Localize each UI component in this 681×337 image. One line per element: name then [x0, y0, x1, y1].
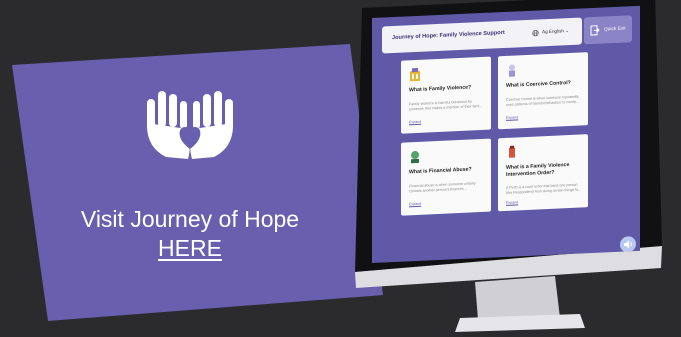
card-coercive-control[interactable]: What is Coercive Control? Coercive contr… [498, 52, 588, 130]
speaker-icon [624, 240, 632, 249]
quick-exit-label: Quick Exit [604, 26, 626, 33]
app-header: Journey of Hope: Family Violence Support… [382, 17, 582, 54]
language-select[interactable]: Ag English ⌄ [542, 28, 569, 35]
expand-link[interactable]: Expand [506, 115, 518, 120]
app-screen: Journey of Hope: Family Violence Support… [372, 5, 640, 263]
card-title: What is Coercive Control? [506, 79, 571, 89]
card-description: Coercive control is when someone repeate… [506, 94, 580, 107]
expand-link[interactable]: Expand [409, 202, 421, 207]
card-intervention-order[interactable]: What is a Family Violence Intervention O… [498, 134, 588, 212]
globe-icon [532, 29, 539, 37]
quick-exit-button[interactable]: Quick Exit [584, 15, 632, 45]
coercive-control-illustration-icon [509, 64, 515, 77]
card-title: What is Family Violence? [409, 84, 472, 94]
card-title: What is Financial Abuse? [409, 166, 472, 176]
intervention-order-illustration-icon [509, 145, 515, 158]
card-description: Family violence is harmful behaviour by … [409, 99, 483, 112]
app-title: Journey of Hope: Family Violence Support [392, 29, 505, 42]
card-description: Financial abuse is when someone unfairly… [409, 181, 476, 194]
card-family-violence[interactable]: What is Family Violence? Family violence… [401, 56, 491, 134]
card-title: What is a Family Violence Intervention O… [506, 162, 570, 178]
card-description: A FVIO is a court order that bans one pe… [506, 182, 582, 195]
family-illustration-icon [410, 67, 420, 82]
audio-button[interactable] [620, 236, 636, 253]
expand-link[interactable]: Expand [409, 120, 421, 125]
card-financial-abuse[interactable]: What is Financial Abuse? Financial abuse… [401, 138, 491, 216]
expand-link[interactable]: Expand [506, 200, 518, 205]
exit-icon [590, 25, 600, 36]
financial-abuse-illustration-icon [411, 151, 419, 164]
